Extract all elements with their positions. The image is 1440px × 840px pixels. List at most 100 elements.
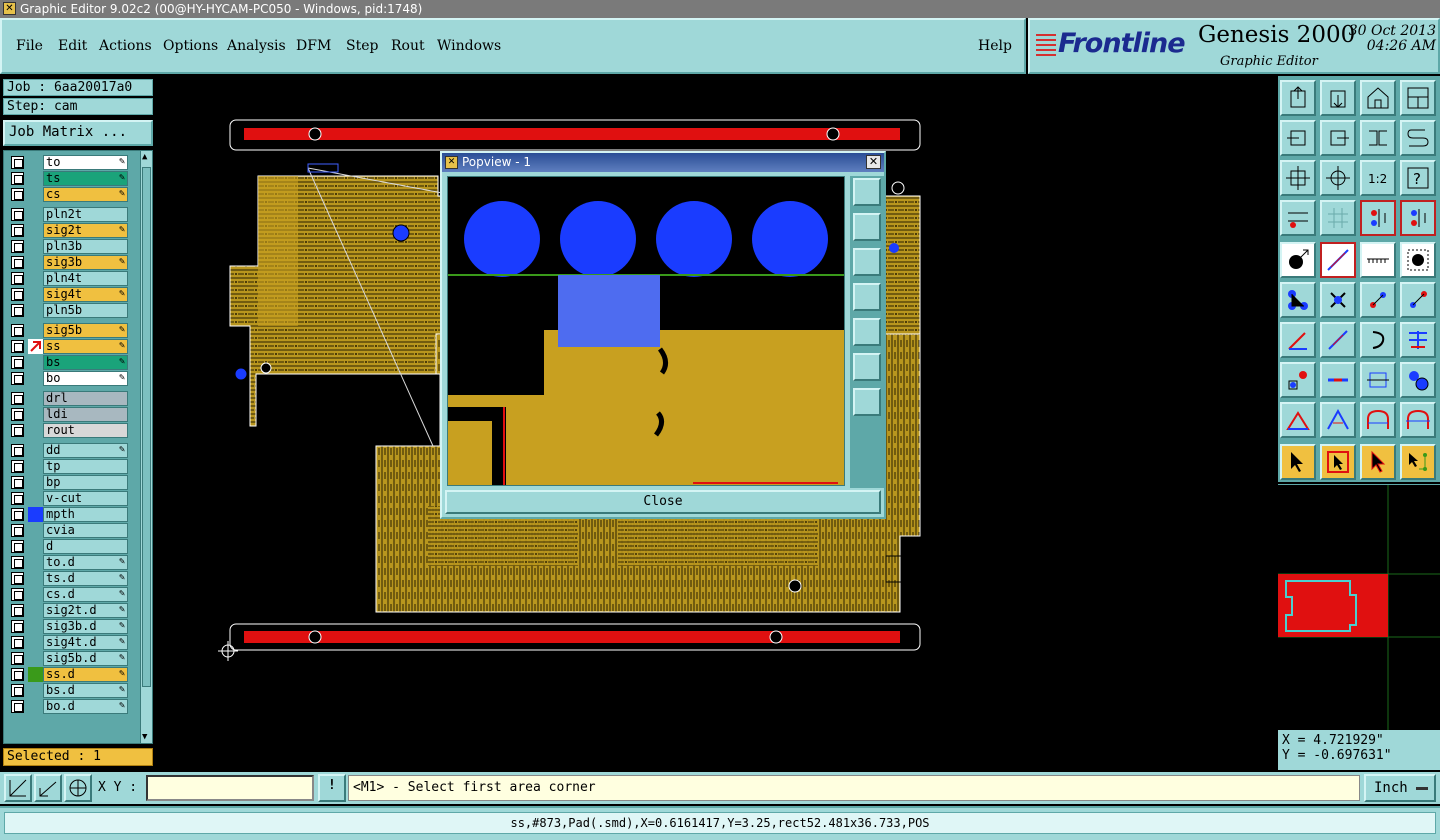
layer-name[interactable]: to (43, 155, 128, 170)
scroll-up-icon[interactable]: ▲ (142, 152, 147, 162)
layer-display-checkbox[interactable] (11, 188, 24, 201)
menu-options[interactable]: Options (163, 38, 218, 54)
layer-name[interactable]: sig5b.d (43, 651, 128, 666)
select-arrow-button[interactable] (1360, 444, 1396, 480)
layer-row-ldi[interactable]: ldi (8, 407, 128, 422)
layer-row-bo[interactable]: bo ✎ (8, 371, 128, 386)
cross-button[interactable] (1320, 282, 1356, 318)
layer-name[interactable]: cs (43, 187, 128, 202)
pan-right-button[interactable] (1320, 120, 1356, 156)
gear-button[interactable] (1400, 362, 1436, 398)
split-button[interactable] (1400, 322, 1436, 358)
layer-name[interactable]: cs.d (43, 587, 128, 602)
layer-list-scrollbar[interactable]: ▲ ▼ (140, 151, 152, 743)
overview-panel[interactable] (1278, 484, 1440, 731)
layer-display-checkbox[interactable] (11, 508, 24, 521)
layer-row-sig3b[interactable]: sig3b ✎ (8, 255, 128, 270)
unit-select[interactable]: Inch (1364, 774, 1436, 802)
netlist-compare-button[interactable] (1400, 200, 1436, 236)
layer-name[interactable]: sig3b.d (43, 619, 128, 634)
select-button[interactable] (1280, 444, 1316, 480)
select-net-button[interactable] (1400, 444, 1436, 480)
layer-display-checkbox[interactable] (11, 240, 24, 253)
popview-titlebar[interactable]: ✕ Popview - 1 ✕ (442, 153, 884, 172)
layer-display-checkbox[interactable] (11, 272, 24, 285)
layer-display-checkbox[interactable] (11, 340, 24, 353)
move-point2-button[interactable] (1400, 282, 1436, 318)
scroll-down-icon[interactable]: ▼ (142, 732, 147, 742)
layer-name[interactable]: sig2t.d (43, 603, 128, 618)
triangle-button[interactable] (1280, 402, 1316, 438)
arch-line-button[interactable] (1400, 402, 1436, 438)
layer-name[interactable]: sig4t (43, 287, 128, 302)
layer-name[interactable]: ss.d (43, 667, 128, 682)
layer-row-ts.d[interactable]: ts.d ✎ (8, 571, 128, 586)
layer-name[interactable]: v-cut (43, 491, 128, 506)
scroll-thumb[interactable] (142, 167, 151, 687)
layer-row-bs.d[interactable]: bs.d ✎ (8, 683, 128, 698)
layer-row-sig3b.d[interactable]: sig3b.d ✎ (8, 619, 128, 634)
menu-windows[interactable]: Windows (437, 38, 501, 54)
flip-button[interactable] (1360, 120, 1396, 156)
house-button[interactable] (1360, 80, 1396, 116)
layer-name[interactable]: sig2t (43, 223, 128, 238)
menu-edit[interactable]: Edit (58, 38, 87, 54)
popview-canvas[interactable] (447, 176, 845, 486)
arch-button[interactable] (1360, 402, 1396, 438)
layer-name[interactable]: ldi (43, 407, 128, 422)
layer-row-sig5b.d[interactable]: sig5b.d ✎ (8, 651, 128, 666)
layer-row-bp[interactable]: bp (8, 475, 128, 490)
layer-display-checkbox[interactable] (11, 556, 24, 569)
layer-display-checkbox[interactable] (11, 700, 24, 713)
popview-close-icon[interactable]: ✕ (866, 155, 881, 169)
netlist-button[interactable] (1360, 200, 1396, 236)
layer-display-checkbox[interactable] (11, 208, 24, 221)
layer-display-checkbox[interactable] (11, 372, 24, 385)
layer-display-checkbox[interactable] (11, 476, 24, 489)
layer-row-pln4t[interactable]: pln4t (8, 271, 128, 286)
layer-row-d[interactable]: d (8, 539, 128, 554)
popview-pan-up-button[interactable] (853, 213, 881, 241)
layer-row-to.d[interactable]: to.d ✎ (8, 555, 128, 570)
layer-row-sig4t[interactable]: sig4t ✎ (8, 287, 128, 302)
layer-row-sig5b[interactable]: sig5b ✎ (8, 323, 128, 338)
layer-display-checkbox[interactable] (11, 540, 24, 553)
layer-display-checkbox[interactable] (11, 588, 24, 601)
layer-display-checkbox[interactable] (11, 392, 24, 405)
layer-display-checkbox[interactable] (11, 288, 24, 301)
layer-row-rout[interactable]: rout (8, 423, 128, 438)
add-pad-button[interactable] (1280, 242, 1316, 278)
layer-row-pln5b[interactable]: pln5b (8, 303, 128, 318)
layer-row-cs[interactable]: cs ✎ (8, 187, 128, 202)
snap-mode-button[interactable] (4, 774, 32, 802)
grid-snap-button[interactable] (34, 774, 62, 802)
layer-display-checkbox[interactable] (11, 172, 24, 185)
layer-display-checkbox[interactable] (11, 636, 24, 649)
layer-row-sig2t.d[interactable]: sig2t.d ✎ (8, 603, 128, 618)
layer-name[interactable]: ts (43, 171, 128, 186)
layer-display-checkbox[interactable] (11, 460, 24, 473)
layer-name[interactable]: ts.d (43, 571, 128, 586)
pad-move-button[interactable] (1280, 362, 1316, 398)
measure-tool-button[interactable] (1280, 200, 1316, 236)
layer-name[interactable]: to.d (43, 555, 128, 570)
layer-row-ts[interactable]: ts ✎ (8, 171, 128, 186)
move-point-button[interactable] (1360, 282, 1396, 318)
graphic-canvas[interactable]: ✕ Popview - 1 ✕ Close (158, 76, 1276, 770)
layer-name[interactable]: ss (43, 339, 128, 354)
layer-row-dd[interactable]: dd ✎ (8, 443, 128, 458)
popview-zoom-out-button[interactable] (853, 388, 881, 416)
popview-zoom-window-button[interactable] (853, 178, 881, 206)
layer-display-checkbox[interactable] (11, 224, 24, 237)
pad-select-button[interactable] (1400, 242, 1436, 278)
layer-name[interactable]: pln4t (43, 271, 128, 286)
popview-close-button[interactable]: Close (445, 490, 881, 514)
grid-toggle-button[interactable] (1320, 200, 1356, 236)
layer-row-cvia[interactable]: cvia (8, 523, 128, 538)
slope-button[interactable] (1320, 322, 1356, 358)
layer-name[interactable]: pln3b (43, 239, 128, 254)
layer-display-checkbox[interactable] (11, 156, 24, 169)
layer-name[interactable]: dd (43, 443, 128, 458)
layer-display-checkbox[interactable] (11, 604, 24, 617)
line-button[interactable] (1280, 322, 1316, 358)
